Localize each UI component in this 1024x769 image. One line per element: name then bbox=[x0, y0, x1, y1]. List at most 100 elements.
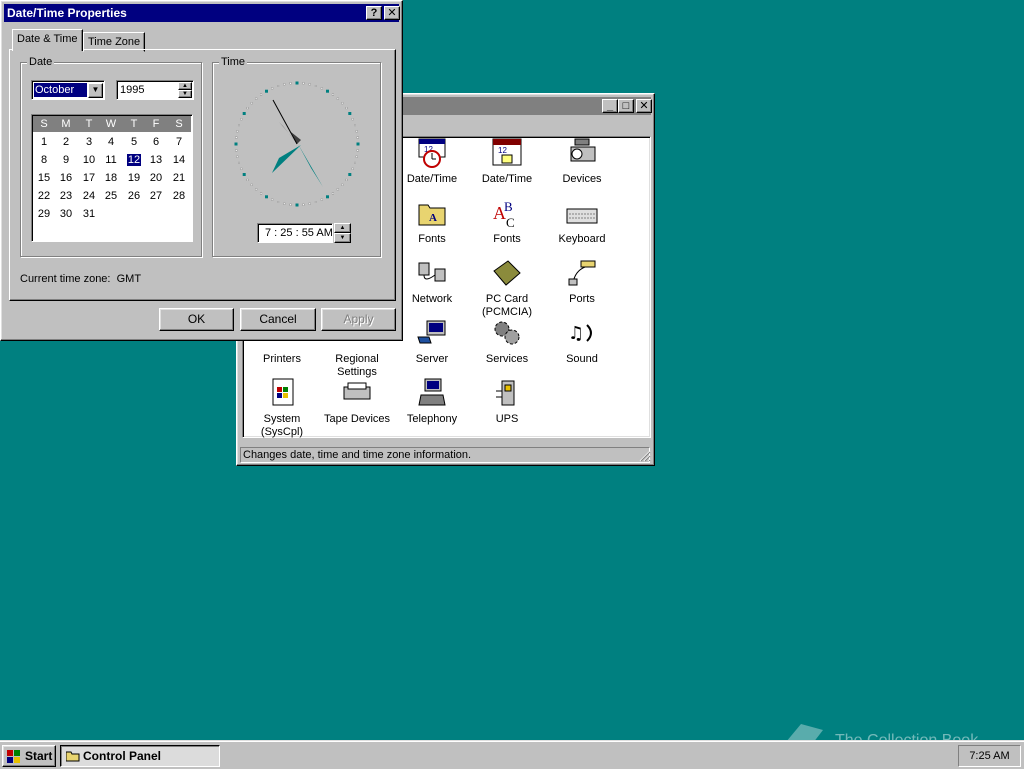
cp-item-label: Telephony bbox=[406, 413, 458, 425]
calendar-day[interactable]: 23 bbox=[55, 189, 77, 203]
calendar-day[interactable]: 10 bbox=[78, 153, 100, 167]
start-button[interactable]: Start bbox=[2, 745, 56, 767]
svg-text:12: 12 bbox=[498, 146, 507, 155]
pc-card-icon bbox=[493, 260, 521, 286]
calendar-day[interactable]: 15 bbox=[33, 171, 55, 185]
calendar-day[interactable]: 2 bbox=[55, 135, 77, 149]
calendar-day[interactable]: 21 bbox=[168, 171, 190, 185]
time-value: 7 : 25 : 55 AM bbox=[265, 227, 333, 239]
time-spin-down-icon[interactable]: ▼ bbox=[334, 233, 351, 243]
cp-item-label: PC Card (PCMCIA) bbox=[481, 293, 533, 318]
calendar-day-selected[interactable]: 12 bbox=[123, 153, 145, 167]
system-icon bbox=[272, 378, 294, 406]
calendar-day[interactable]: 14 bbox=[168, 153, 190, 167]
calendar-weekday: S bbox=[40, 118, 48, 130]
cp-item-label: Regional Settings bbox=[335, 353, 379, 378]
cp-item-server[interactable]: Server bbox=[393, 317, 471, 366]
tab-date-time[interactable]: Date & Time bbox=[12, 29, 83, 51]
cp-item-devices[interactable]: Devices bbox=[543, 137, 621, 186]
calendar-day[interactable]: 25 bbox=[100, 189, 122, 203]
cp-item-label: Fonts bbox=[418, 233, 446, 245]
cp-item-fonts[interactable]: A B C Fonts bbox=[468, 197, 546, 246]
cp-item-pc-card[interactable]: PC Card (PCMCIA) bbox=[468, 257, 546, 319]
year-spinner[interactable]: 1995 ▲ ▼ bbox=[116, 80, 194, 100]
calendar-day[interactable]: 19 bbox=[123, 171, 145, 185]
help-button[interactable]: ? bbox=[366, 6, 382, 20]
svg-text:B: B bbox=[504, 199, 513, 214]
calendar-weekday: M bbox=[61, 118, 71, 130]
cp-item-ups[interactable]: UPS bbox=[468, 377, 546, 426]
time-spin-up-icon[interactable]: ▲ bbox=[334, 223, 351, 233]
calendar-day[interactable]: 22 bbox=[33, 189, 55, 203]
dialog-titlebar[interactable]: Date/Time Properties ? ✕ bbox=[4, 4, 400, 22]
windows-logo-icon bbox=[7, 750, 20, 763]
cp-item-datetime[interactable]: 12 Date/Time bbox=[393, 137, 471, 186]
spin-down-icon[interactable]: ▼ bbox=[178, 90, 192, 98]
calendar-day[interactable]: 31 bbox=[78, 207, 100, 221]
calendar-day[interactable]: 20 bbox=[145, 171, 167, 185]
time-group-label: Time bbox=[219, 56, 248, 68]
calendar-day[interactable]: 3 bbox=[78, 135, 100, 149]
system-tray-clock[interactable]: 7:25 AM bbox=[958, 745, 1021, 767]
fonts-abc-icon: A B C bbox=[493, 199, 515, 229]
calendar-day[interactable]: 7 bbox=[168, 135, 190, 149]
cp-item-label: Fonts bbox=[493, 233, 521, 245]
calendar-weekday: W bbox=[105, 118, 117, 130]
calendar-day[interactable]: 29 bbox=[33, 207, 55, 221]
cp-item-ports[interactable]: Ports bbox=[543, 257, 621, 306]
cp-item-telephony[interactable]: Telephony bbox=[393, 377, 471, 426]
dropdown-arrow-icon[interactable]: ▼ bbox=[88, 83, 103, 98]
calendar-day[interactable]: 6 bbox=[145, 135, 167, 149]
cp-item-system[interactable]: System (SysCpl) bbox=[243, 377, 321, 439]
calendar-day[interactable]: 1 bbox=[33, 135, 55, 149]
minimize-button[interactable]: _ bbox=[602, 99, 618, 113]
cp-item-label: UPS bbox=[495, 413, 519, 425]
cp-item-label: Server bbox=[415, 353, 449, 365]
spin-up-icon[interactable]: ▲ bbox=[178, 82, 192, 90]
cp-item-datetime-2[interactable]: 12 Date/Time bbox=[468, 137, 546, 186]
datetime-icon: 12 bbox=[418, 138, 446, 168]
status-bar: Changes date, time and time zone informa… bbox=[240, 447, 650, 463]
timezone-value: GMT bbox=[116, 273, 142, 285]
ok-button[interactable]: OK bbox=[159, 308, 234, 331]
calendar-day[interactable]: 17 bbox=[78, 171, 100, 185]
calendar-day[interactable]: 27 bbox=[145, 189, 167, 203]
calendar-day[interactable]: 30 bbox=[55, 207, 77, 221]
calendar-day[interactable]: 9 bbox=[55, 153, 77, 167]
cp-item-network[interactable]: Network bbox=[393, 257, 471, 306]
cancel-button[interactable]: Cancel bbox=[240, 308, 316, 331]
cp-item-services[interactable]: Services bbox=[468, 317, 546, 366]
time-field[interactable]: 7 : 25 : 55 AM bbox=[257, 223, 333, 243]
calendar-day[interactable]: 11 bbox=[100, 153, 122, 167]
cp-item-sound[interactable]: ♫ Sound bbox=[543, 317, 621, 366]
taskbar-item-control-panel[interactable]: Control Panel bbox=[60, 745, 220, 767]
maximize-button[interactable]: □ bbox=[618, 99, 634, 113]
calendar-day[interactable]: 13 bbox=[145, 153, 167, 167]
analog-clock bbox=[234, 81, 360, 207]
close-button[interactable]: ✕ bbox=[384, 6, 400, 20]
taskbar-item-label: Control Panel bbox=[83, 749, 162, 763]
tape-icon bbox=[343, 382, 371, 400]
calendar-day[interactable]: 24 bbox=[78, 189, 100, 203]
calendar-weekday: T bbox=[85, 118, 93, 130]
cp-item-label: Tape Devices bbox=[323, 413, 391, 425]
calendar-day[interactable]: 8 bbox=[33, 153, 55, 167]
cp-item-fonts-folder[interactable]: A Fonts bbox=[393, 197, 471, 246]
resize-grip-icon[interactable] bbox=[639, 450, 651, 462]
calendar-weekday: S bbox=[175, 118, 183, 130]
calendar-day[interactable]: 5 bbox=[123, 135, 145, 149]
devices-icon bbox=[570, 138, 596, 162]
cp-item-label: Ports bbox=[569, 293, 595, 305]
calendar-day[interactable]: 28 bbox=[168, 189, 190, 203]
apply-button[interactable]: Apply bbox=[321, 308, 396, 331]
close-button[interactable]: ✕ bbox=[636, 99, 652, 113]
cp-item-keyboard[interactable]: Keyboard bbox=[543, 197, 621, 246]
year-value: 1995 bbox=[120, 84, 145, 96]
cp-item-tape-devices[interactable]: Tape Devices bbox=[318, 377, 396, 426]
calendar-day[interactable]: 16 bbox=[55, 171, 77, 185]
calendar-day[interactable]: 4 bbox=[100, 135, 122, 149]
calendar-day[interactable]: 26 bbox=[123, 189, 145, 203]
month-dropdown[interactable]: October ▼ bbox=[31, 80, 105, 100]
taskbar: Start Control Panel 7:25 AM bbox=[0, 740, 1024, 769]
calendar-day[interactable]: 18 bbox=[100, 171, 122, 185]
